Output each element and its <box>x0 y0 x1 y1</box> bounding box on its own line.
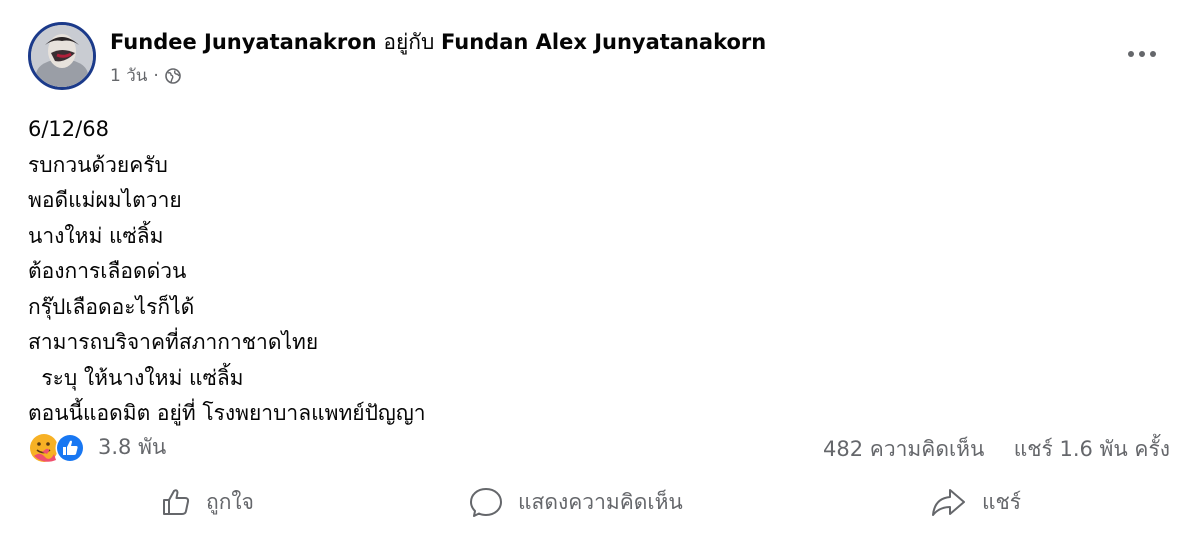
globe-icon <box>164 67 181 84</box>
post-line: ตอนนี้แอดมิต อยู่ที่ โรงพยาบาลแพทย์ปัญญา <box>28 401 426 425</box>
comment-count[interactable]: 482 ความคิดเห็น <box>823 437 984 461</box>
post-line: รบกวนด้วยครับ <box>28 152 168 177</box>
more-icon[interactable] <box>1122 40 1162 68</box>
tagged-name[interactable]: Fundan Alex Junyatanakorn <box>441 30 766 54</box>
post-time[interactable]: 1 วัน <box>110 62 147 89</box>
like-reaction-icon <box>55 433 85 462</box>
post-line: ต้องการเลือดด่วน <box>28 259 187 283</box>
post-header: Fundee Junyatanakron อยู่กับ Fundan Alex… <box>110 28 766 56</box>
post-text: 6/12/68 รบกวนด้วยครับ พอดีแม่ผมไตวาย นาง… <box>28 112 426 432</box>
post-stats: 482 ความคิดเห็น แชร์ 1.6 พัน ครั้ง <box>823 433 1170 466</box>
reaction-icons <box>30 433 85 462</box>
post-line: กรุ๊ปเลือดอะไรก็ได้ <box>28 294 195 319</box>
reaction-count[interactable]: 3.8 พัน <box>98 431 166 464</box>
post-line: นางใหม่ แซ่ลิ้ม <box>28 223 164 248</box>
share-icon <box>930 486 968 518</box>
with-text: อยู่กับ <box>383 30 435 54</box>
comment-button[interactable]: แสดงความคิดเห็น <box>468 478 683 526</box>
action-bar: ถูกใจ แสดงความคิดเห็น แชร์ <box>0 478 1200 526</box>
like-label: ถูกใจ <box>206 489 254 514</box>
share-button[interactable]: แชร์ <box>930 478 1021 526</box>
care-reaction-icon <box>30 433 58 462</box>
comment-icon <box>468 486 504 518</box>
post-meta: 1 วัน · <box>110 62 181 89</box>
facebook-post: Fundee Junyatanakron อยู่กับ Fundan Alex… <box>0 0 1200 543</box>
comment-label: แสดงความคิดเห็น <box>518 489 683 514</box>
author-name[interactable]: Fundee Junyatanakron <box>110 30 377 54</box>
avatar-image <box>31 25 93 87</box>
share-count[interactable]: แชร์ 1.6 พัน ครั้ง <box>1014 437 1170 461</box>
meta-separator: · <box>153 65 159 86</box>
share-label: แชร์ <box>982 489 1022 514</box>
post-line: 6/12/68 <box>28 117 109 141</box>
post-line: พอดีแม่ผมไตวาย <box>28 188 182 212</box>
like-button[interactable]: ถูกใจ <box>160 478 254 526</box>
post-line: ระบุ ให้นางใหม่ แซ่ลิ้ม <box>28 365 244 390</box>
reaction-summary[interactable]: 3.8 พัน <box>28 431 166 464</box>
like-icon <box>160 486 192 518</box>
post-line: สามารถบริจาคที่สภากาชาดไทย <box>28 330 319 354</box>
avatar[interactable] <box>28 22 96 90</box>
